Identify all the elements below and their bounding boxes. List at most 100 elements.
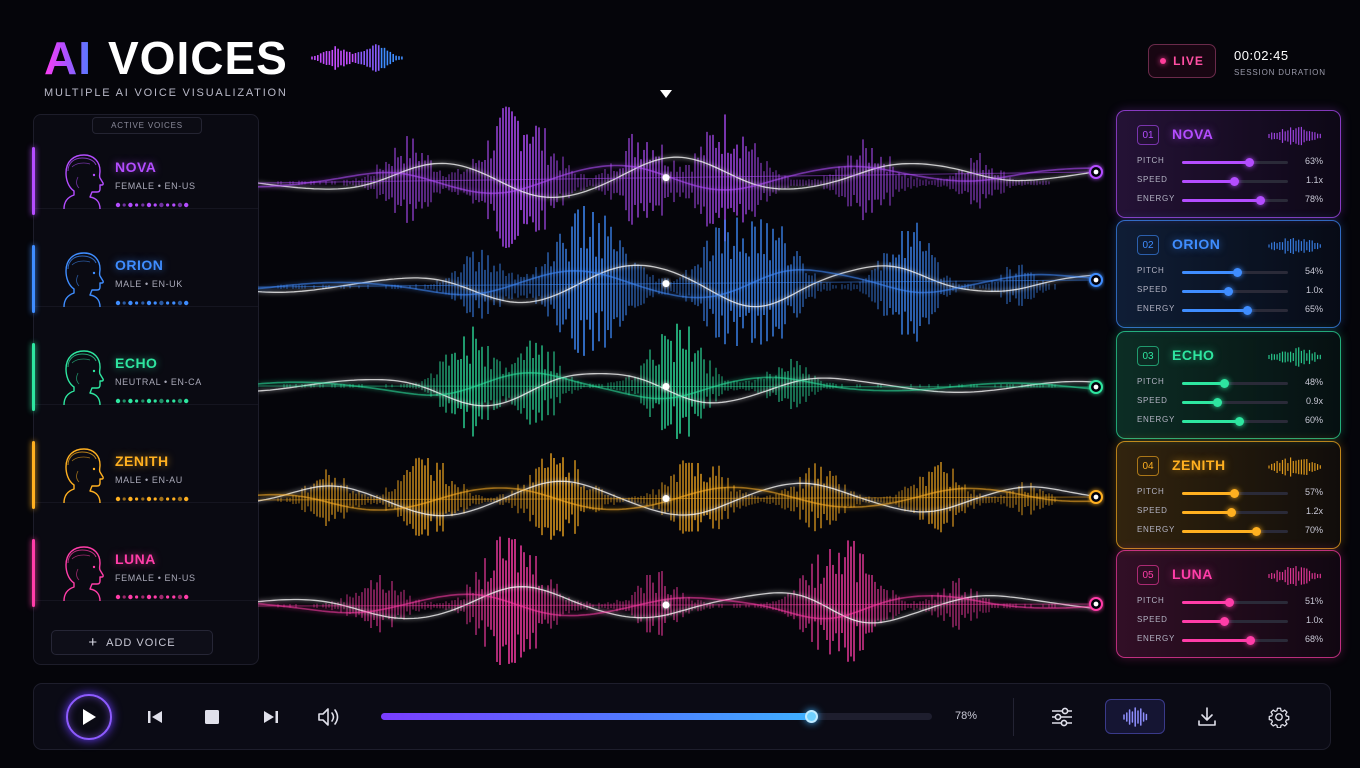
next-button[interactable] <box>258 704 284 730</box>
voice-card-orion[interactable]: ORION MALE • EN-UK <box>32 215 258 313</box>
energy-handle[interactable] <box>1252 527 1262 536</box>
voice-card-zenith[interactable]: ZENITH MALE • EN-AU <box>32 411 258 509</box>
skip-forward-icon <box>264 711 278 723</box>
play-icon <box>83 709 96 725</box>
energy-handle[interactable] <box>1245 636 1255 645</box>
speed-fill <box>1182 401 1217 404</box>
level-dot <box>166 301 170 305</box>
voice-card-nova[interactable]: NOVA FEMALE • EN-US <box>32 117 258 215</box>
level-dot <box>177 398 183 404</box>
speed-slider[interactable] <box>1182 177 1288 186</box>
progress-slider[interactable] <box>381 710 932 723</box>
voice-card-luna[interactable]: LUNA FEMALE • EN-US <box>32 509 258 607</box>
pitch-handle[interactable] <box>1233 268 1243 277</box>
speed-slider[interactable] <box>1182 617 1288 626</box>
wave-end-node-core <box>1093 277 1099 283</box>
add-voice-button[interactable]: + ADD VOICE <box>51 630 213 655</box>
energy-handle[interactable] <box>1235 417 1245 426</box>
pitch-slider[interactable] <box>1182 489 1288 498</box>
energy-handle[interactable] <box>1242 306 1252 315</box>
speed-handle[interactable] <box>1223 287 1233 296</box>
voice-number: 04 <box>1137 456 1159 476</box>
title-main: VOICES <box>108 32 288 84</box>
pitch-handle[interactable] <box>1244 158 1254 167</box>
voice-waveform-echo <box>258 323 1103 439</box>
voice-accent-bar <box>32 343 35 411</box>
speed-value: 1.0x <box>1305 615 1323 625</box>
speed-slider[interactable] <box>1182 287 1288 296</box>
energy-slider[interactable] <box>1182 527 1288 536</box>
waveform-icon <box>1123 706 1148 727</box>
pitch-handle[interactable] <box>1220 379 1230 388</box>
level-dot <box>172 595 176 599</box>
previous-button[interactable] <box>142 704 168 730</box>
energy-slider[interactable] <box>1182 306 1288 315</box>
live-button[interactable]: LIVE <box>1148 44 1216 78</box>
energy-slider[interactable] <box>1182 196 1288 205</box>
voice-level-dots <box>115 496 189 502</box>
level-dot <box>177 496 183 502</box>
speed-fill <box>1182 290 1228 293</box>
mixer-button[interactable] <box>1047 702 1077 732</box>
pitch-handle[interactable] <box>1229 489 1239 498</box>
energy-handle[interactable] <box>1256 196 1266 205</box>
speed-slider[interactable] <box>1182 508 1288 517</box>
app-title: AI VOICES <box>44 30 406 86</box>
pitch-label: PITCH <box>1137 596 1165 605</box>
voice-number: 05 <box>1137 565 1159 585</box>
pitch-control: PITCH 48% <box>1137 376 1323 390</box>
pitch-value: 63% <box>1304 156 1323 166</box>
speed-control: SPEED 0.9x <box>1137 395 1323 409</box>
speed-handle[interactable] <box>1212 398 1222 407</box>
pitch-control: PITCH 63% <box>1137 155 1323 169</box>
voice-name: ZENITH <box>1172 457 1226 473</box>
play-button[interactable] <box>66 694 112 740</box>
pitch-label: PITCH <box>1137 156 1165 165</box>
voice-waveform-zenith <box>258 453 1103 540</box>
voice-params-luna: 05 LUNA PITCH 51% SPEED 1.0x ENERGY 68% <box>1116 550 1341 658</box>
pitch-value: 57% <box>1304 487 1323 497</box>
pitch-fill <box>1182 492 1234 495</box>
stop-button[interactable] <box>199 704 225 730</box>
speed-handle[interactable] <box>1229 177 1239 186</box>
voice-params-echo: 03 ECHO PITCH 48% SPEED 0.9x ENERGY 60% <box>1116 331 1341 439</box>
energy-slider[interactable] <box>1182 636 1288 645</box>
level-dot <box>146 300 152 306</box>
level-dot <box>184 300 189 306</box>
level-dot <box>146 398 152 404</box>
level-dot <box>135 399 139 403</box>
wave-end-node-core <box>1093 384 1099 390</box>
level-dot <box>128 300 133 306</box>
skip-back-icon <box>148 711 162 723</box>
energy-slider[interactable] <box>1182 417 1288 426</box>
energy-label: ENERGY <box>1137 304 1175 313</box>
waveform-view-button[interactable] <box>1105 699 1165 734</box>
voice-number: 03 <box>1137 346 1159 366</box>
voice-params-orion: 02 ORION PITCH 54% SPEED 1.0x ENERGY 65% <box>1116 220 1341 328</box>
speed-handle[interactable] <box>1220 617 1230 626</box>
download-button[interactable] <box>1192 702 1222 732</box>
speed-control: SPEED 1.2x <box>1137 505 1323 519</box>
voice-name: ORION <box>115 257 164 273</box>
stop-icon <box>205 710 219 724</box>
pitch-slider[interactable] <box>1182 379 1288 388</box>
speed-slider[interactable] <box>1182 398 1288 407</box>
pitch-slider[interactable] <box>1182 268 1288 277</box>
level-dot <box>159 300 164 306</box>
progress-handle[interactable] <box>804 710 818 723</box>
settings-button[interactable] <box>1264 702 1294 732</box>
head-profile-icon <box>63 546 104 602</box>
speed-label: SPEED <box>1137 615 1168 624</box>
voice-name: LUNA <box>115 551 156 567</box>
volume-button[interactable] <box>314 703 344 731</box>
head-profile-icon <box>63 350 104 406</box>
energy-value: 60% <box>1304 415 1323 425</box>
speed-handle[interactable] <box>1226 508 1236 517</box>
mini-waveform-icon <box>1268 347 1321 367</box>
level-dot <box>153 203 157 207</box>
voice-card-echo[interactable]: ECHO NEUTRAL • EN-CA <box>32 313 258 411</box>
pitch-handle[interactable] <box>1224 598 1234 607</box>
energy-control: ENERGY 68% <box>1137 633 1323 647</box>
pitch-slider[interactable] <box>1182 158 1288 167</box>
pitch-slider[interactable] <box>1182 598 1288 607</box>
